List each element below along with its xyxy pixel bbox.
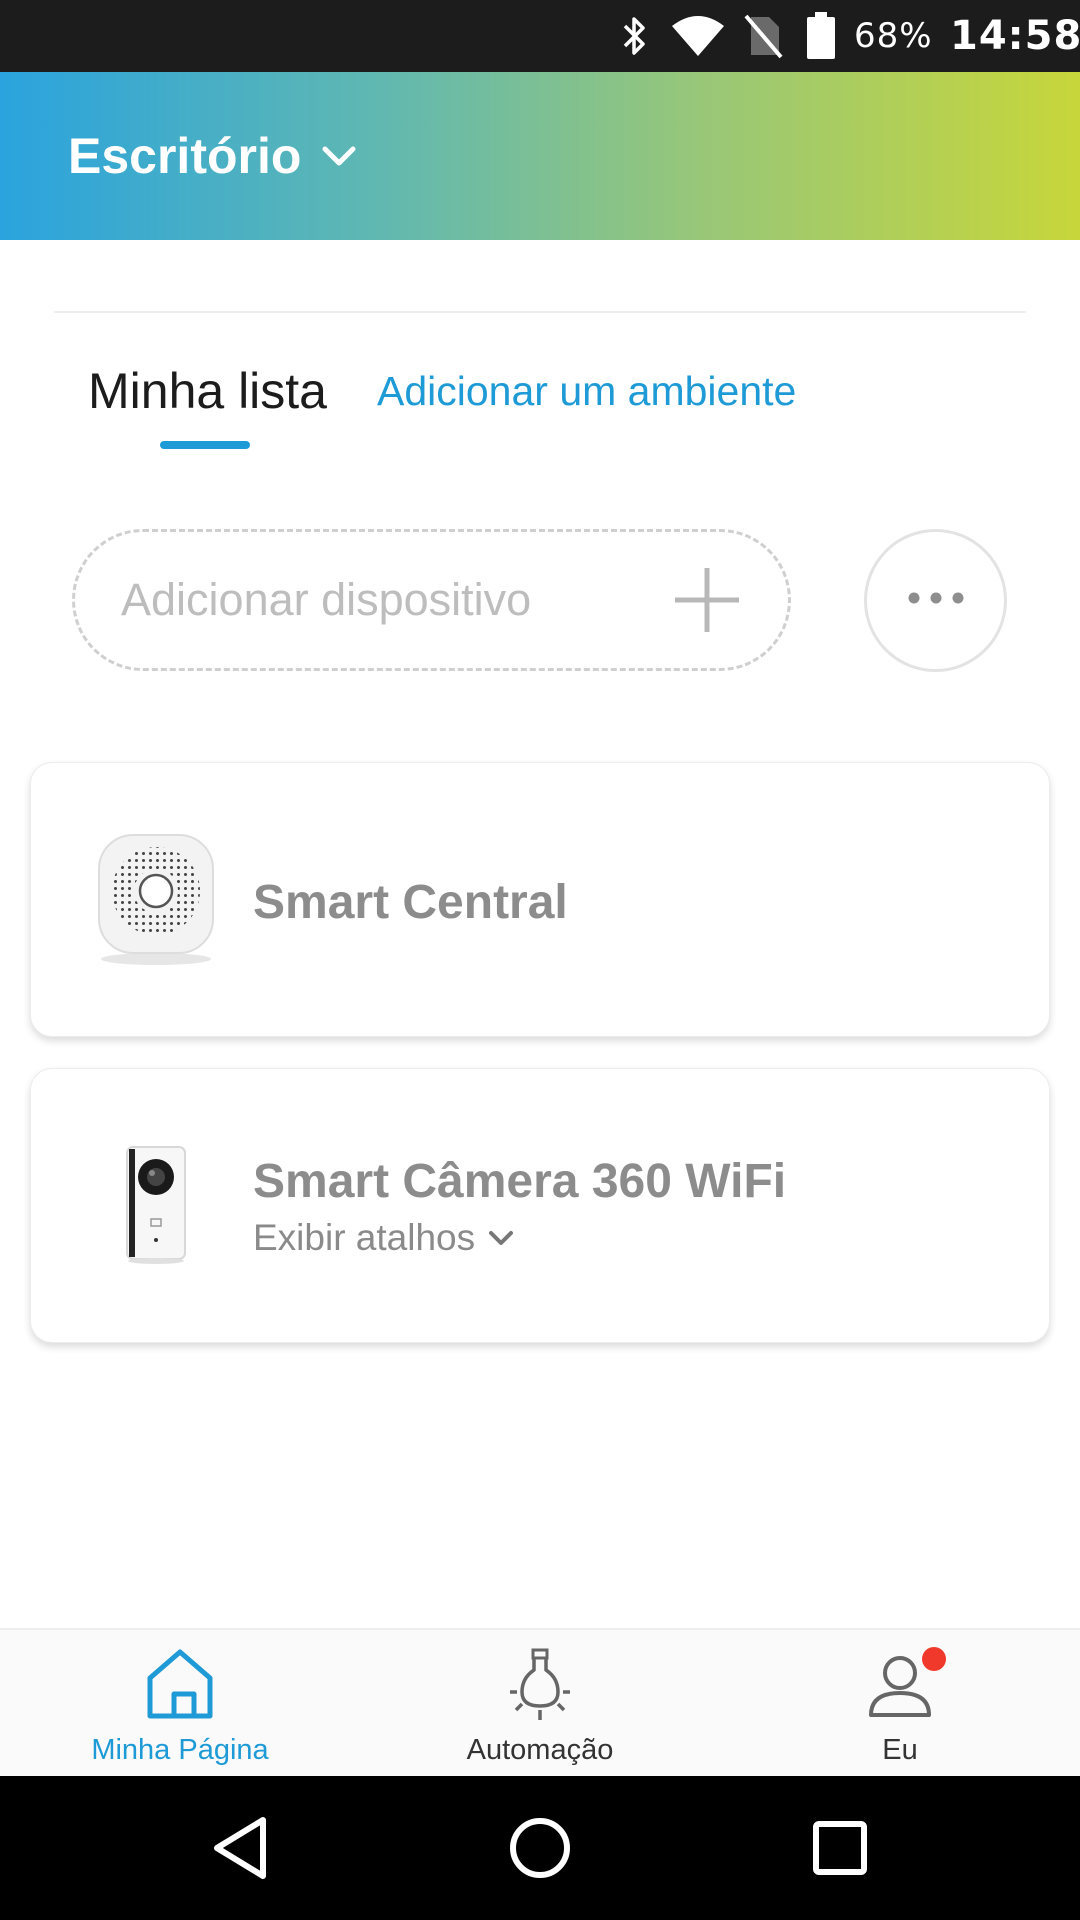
- smart-central-device-image: [86, 829, 226, 969]
- home-icon: [140, 1644, 220, 1724]
- battery-icon: [804, 12, 838, 60]
- add-device-button[interactable]: Adicionar dispositivo: [72, 529, 791, 671]
- bottom-navigation: Minha Página Automação Eu: [0, 1628, 1080, 1776]
- device-name: Smart Central: [253, 876, 568, 929]
- nav-label: Minha Página: [91, 1734, 269, 1766]
- tab-adicionar-ambiente[interactable]: Adicionar um ambiente: [377, 356, 796, 426]
- more-options-button[interactable]: [864, 529, 1007, 672]
- nav-label: Eu: [882, 1734, 918, 1766]
- bluetooth-icon: [620, 12, 650, 60]
- location-title: Escritório: [68, 128, 302, 184]
- show-shortcuts-toggle[interactable]: Exibir atalhos: [253, 1217, 515, 1259]
- lightbulb-icon: [500, 1644, 580, 1724]
- notification-badge: [922, 1647, 946, 1671]
- device-card-smart-central[interactable]: Smart Central: [30, 762, 1050, 1037]
- app-header: Escritório: [0, 72, 1080, 240]
- back-icon[interactable]: [191, 1798, 291, 1898]
- show-shortcuts-label: Exibir atalhos: [253, 1217, 476, 1258]
- home-circle-icon[interactable]: [490, 1798, 590, 1898]
- nav-eu[interactable]: Eu: [750, 1630, 1050, 1778]
- add-device-label: Adicionar dispositivo: [121, 574, 532, 625]
- status-bar: 68% 14:58: [0, 0, 1080, 72]
- plus-icon: [669, 562, 745, 638]
- recent-apps-icon[interactable]: [790, 1798, 890, 1898]
- nav-automacao[interactable]: Automação: [390, 1630, 690, 1778]
- wifi-icon: [668, 12, 728, 60]
- location-selector[interactable]: Escritório: [68, 72, 359, 240]
- nav-label: Automação: [466, 1734, 614, 1766]
- clock: 14:58: [950, 13, 1080, 59]
- system-navigation-bar: [0, 1776, 1080, 1920]
- more-horizontal-icon: [906, 591, 966, 610]
- active-tab-indicator: [160, 441, 250, 449]
- smart-camera-device-image: [86, 1135, 226, 1275]
- no-sim-icon: [740, 12, 786, 60]
- tab-minha-lista[interactable]: Minha lista: [88, 356, 327, 426]
- device-card-smart-camera[interactable]: Smart Câmera 360 WiFi Exibir atalhos: [30, 1068, 1050, 1343]
- battery-percentage: 68%: [854, 16, 933, 56]
- divider: [54, 311, 1026, 313]
- chevron-down-icon: [487, 1224, 515, 1252]
- device-name: Smart Câmera 360 WiFi: [253, 1155, 787, 1208]
- nav-minha-pagina[interactable]: Minha Página: [30, 1630, 330, 1778]
- chevron-down-icon: [319, 136, 359, 176]
